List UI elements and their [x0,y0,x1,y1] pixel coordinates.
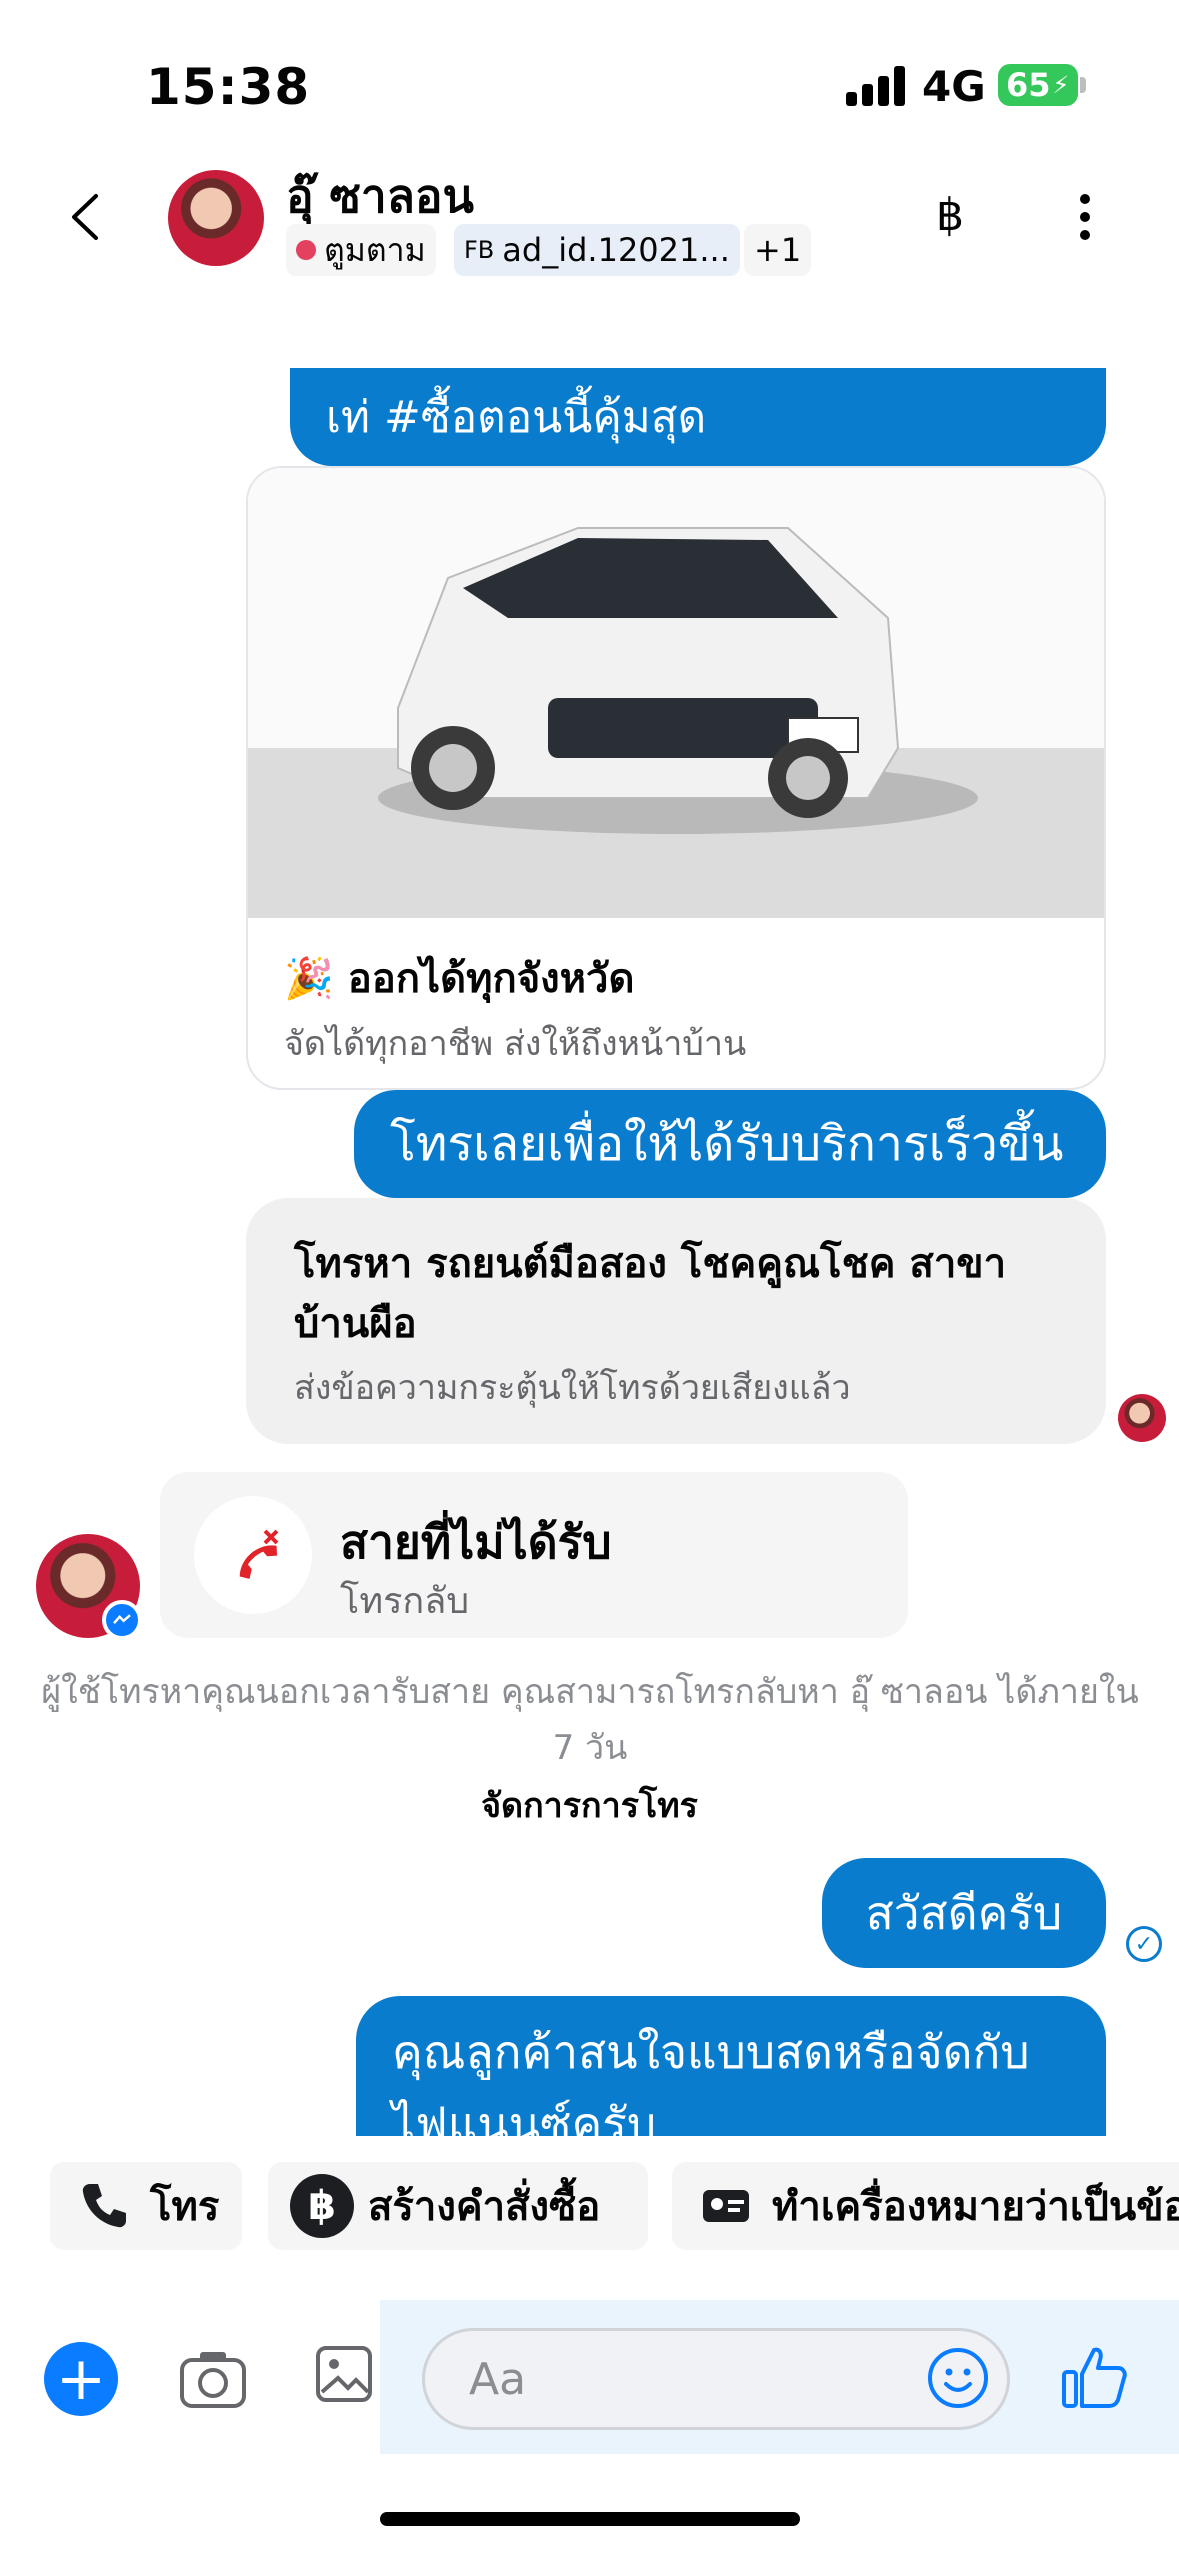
sent-check-icon: ✓ [1126,1926,1162,1962]
battery-icon: 65 ⚡ [998,64,1078,106]
seen-avatar [1118,1394,1166,1442]
plus-icon[interactable]: + [44,2342,118,2416]
missed-call-card[interactable]: สายที่ไม่ได้รับ โทรกลับ [160,1472,908,1638]
quick-action-mark[interactable]: ทำเครื่องหมายว่าเป็นข้อ [672,2162,1179,2250]
car-image [248,468,1104,918]
battery-cap [1080,77,1086,93]
like-icon[interactable] [1058,2340,1130,2412]
emoji-icon[interactable] [926,2346,990,2410]
message-bubble-cta: โทรเลยเพื่อให้ได้รับบริการเร็วขึ้น [354,1090,1106,1198]
quick-action-call-label: โทร [150,2184,220,2230]
camera-icon[interactable] [176,2342,250,2416]
quick-action-create-order[interactable]: ฿ สร้างคำสั่งซื้อ [268,2162,648,2250]
follow-dot-icon [296,240,316,260]
battery-level: 65 [1006,66,1051,104]
ad-tag[interactable]: FB ad_id.12021... [454,224,740,276]
message-input-placeholder: Aa [469,2353,527,2405]
message-bubble-hashtag: เท่ #ซื้อตอนนี้คุ้มสุด [290,368,1106,466]
signal-icon [846,66,906,106]
manage-calls-link[interactable]: จัดการการโทร [0,1778,1179,1832]
home-indicator [380,2512,800,2526]
contact-name[interactable]: อุ๊ ซาลอน [286,160,474,233]
status-time: 15:38 [146,58,311,116]
missed-call-title: สายที่ไม่ได้รับ [340,1515,612,1569]
phone-icon [72,2174,136,2238]
call-prompt-title: โทรหา รถยนต์มือสอง โชคคูณโชค สาขา บ้านผื… [294,1241,1007,1347]
ad-id-label: ad_id.12021... [502,231,730,269]
messenger-icon [102,1600,142,1640]
party-icon: 🎉 [284,956,334,1002]
call-prompt-subtitle: ส่งข้อความกระตุ้นให้โทรด้วยเสียงแล้ว [294,1368,851,1408]
message-input[interactable]: Aa [422,2328,1010,2430]
contact-avatar[interactable] [168,170,264,266]
message-bubble-question: คุณลูกค้าสนใจแบบสดหรือจัดกับไฟแนนซ์ครับ [356,1996,1106,2136]
message-bubble-greeting: สวัสดีครับ [822,1858,1106,1968]
follow-tag[interactable]: ตูมตาม [286,224,436,276]
baht-icon[interactable]: ฿ [936,190,964,241]
ad-card[interactable]: 🎉 ออกได้ทุกจังหวัด จัดได้ทุกอาชีพ ส่งให้… [246,466,1106,1090]
call-prompt-bubble[interactable]: โทรหา รถยนต์มือสอง โชคคูณโชค สาขา บ้านผื… [246,1198,1106,1444]
missed-call-icon [194,1496,312,1614]
card-subtitle: จัดได้ทุกอาชีพ ส่งให้ถึงหน้าบ้าน [284,1024,747,1064]
quick-action-mark-label: ทำเครื่องหมายว่าเป็นข้อ [772,2184,1179,2230]
baht-circle-icon: ฿ [290,2174,354,2238]
follow-tag-label: ตูมตาม [324,230,426,269]
system-notice: ผู้ใช้โทรหาคุณนอกเวลารับสาย คุณสามารถโทร… [41,1672,1139,1768]
gallery-icon[interactable] [314,2342,374,2406]
message-clip: คุณลูกค้าสนใจแบบสดหรือจัดกับไฟแนนซ์ครับ [356,1996,1106,2136]
network-label: 4G [922,62,986,111]
back-icon[interactable] [66,192,106,242]
more-options-icon[interactable] [1080,194,1094,242]
ad-prefix: FB [464,236,495,264]
card-title: 🎉 ออกได้ทุกจังหวัด [284,946,634,1010]
card-title-text: ออกได้ทุกจังหวัด [347,956,635,1002]
id-card-icon [694,2174,758,2238]
quick-action-order-label: สร้างคำสั่งซื้อ [368,2184,601,2230]
call-back-link[interactable]: โทรกลับ [340,1572,469,1629]
more-tags[interactable]: +1 [744,224,812,276]
quick-action-call[interactable]: โทร [50,2162,242,2250]
